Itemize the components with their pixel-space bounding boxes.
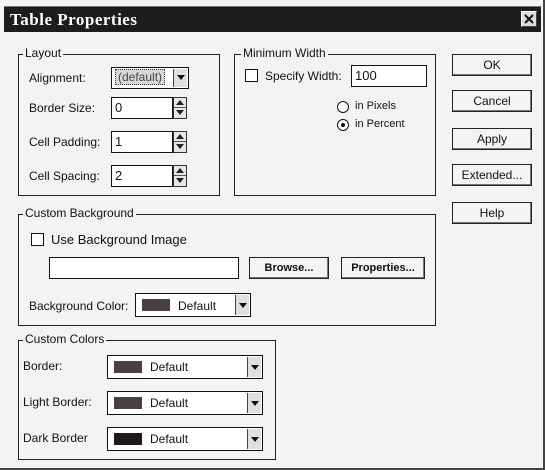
width-input[interactable]: 100 — [351, 65, 427, 87]
spin-down-button[interactable] — [174, 176, 186, 186]
chevron-down-icon — [251, 401, 259, 406]
spin-up-button[interactable] — [174, 166, 186, 176]
border-size-spinner[interactable] — [173, 97, 187, 119]
layout-legend: Layout — [23, 46, 64, 60]
specify-width-checkbox[interactable] — [245, 69, 258, 82]
spin-down-icon — [176, 110, 184, 115]
custom-background-legend: Custom Background — [23, 206, 136, 220]
cell-spacing-spinner[interactable] — [173, 165, 187, 187]
in-pixels-label: in Pixels — [355, 100, 396, 112]
spin-down-icon — [176, 178, 184, 183]
border-color-select[interactable]: Default — [107, 355, 263, 379]
border-color-value: Default — [150, 360, 189, 374]
chevron-down-icon — [177, 75, 185, 80]
spin-up-icon — [176, 168, 184, 173]
spin-up-icon — [176, 134, 184, 139]
ok-button[interactable]: OK — [452, 54, 532, 76]
dark-border-color-select[interactable]: Default — [107, 427, 263, 451]
cell-padding-label: Cell Padding: — [29, 135, 101, 149]
spin-up-button[interactable] — [174, 132, 186, 142]
background-color-dropdown-arrow[interactable] — [235, 295, 249, 315]
alignment-dropdown-arrow[interactable] — [173, 69, 187, 87]
in-pixels-radio[interactable] — [337, 101, 349, 113]
extended-button[interactable]: Extended... — [452, 164, 532, 186]
chevron-down-icon — [251, 437, 259, 442]
light-border-color-value: Default — [150, 396, 189, 410]
cell-padding-spinner[interactable] — [173, 131, 187, 153]
custom-colors-group: Custom Colors Border: Default Light Bord… — [18, 332, 276, 460]
background-image-path-input[interactable] — [49, 257, 239, 279]
dark-border-color-dropdown-arrow[interactable] — [247, 429, 261, 449]
cancel-button[interactable]: Cancel — [452, 90, 532, 112]
help-button[interactable]: Help — [452, 202, 532, 224]
background-color-swatch — [142, 299, 170, 311]
close-button[interactable] — [521, 11, 537, 27]
alignment-label: Alignment: — [29, 71, 86, 85]
layout-group: Layout Alignment: (default) Border Size:… — [18, 46, 220, 196]
dark-border-color-swatch — [114, 433, 142, 445]
radio-selected-dot — [341, 123, 345, 127]
alignment-value: (default) — [115, 69, 166, 85]
spin-up-button[interactable] — [174, 98, 186, 108]
custom-colors-legend: Custom Colors — [23, 332, 107, 346]
in-percent-radio[interactable] — [337, 119, 349, 131]
dark-border-color-value: Default — [150, 432, 189, 446]
cell-spacing-input[interactable]: 2 — [111, 165, 173, 187]
dark-border-color-label: Dark Border — [23, 431, 88, 445]
spin-up-icon — [176, 100, 184, 105]
border-color-label: Border: — [23, 359, 63, 373]
browse-button[interactable]: Browse... — [249, 257, 329, 279]
background-color-label: Background Color: — [29, 299, 129, 313]
border-size-input[interactable]: 0 — [111, 97, 173, 119]
minimum-width-legend: Minimum Width — [241, 46, 328, 60]
alignment-select[interactable]: (default) — [111, 67, 189, 89]
specify-width-label: Specify Width: — [265, 69, 342, 83]
border-size-label: Border Size: — [29, 101, 96, 115]
custom-background-group: Custom Background Use Background Image B… — [18, 206, 436, 326]
spin-down-icon — [176, 144, 184, 149]
chevron-down-icon — [251, 365, 259, 370]
spin-down-button[interactable] — [174, 142, 186, 152]
minimum-width-group: Minimum Width Specify Width: 100 in Pixe… — [234, 46, 436, 196]
chevron-down-icon — [239, 303, 247, 308]
light-border-color-dropdown-arrow[interactable] — [247, 393, 261, 413]
apply-button[interactable]: Apply — [452, 128, 532, 150]
light-border-color-label: Light Border: — [23, 395, 92, 409]
in-percent-label: in Percent — [355, 118, 405, 130]
spin-down-button[interactable] — [174, 108, 186, 118]
border-color-dropdown-arrow[interactable] — [247, 357, 261, 377]
cell-spacing-label: Cell Spacing: — [29, 169, 100, 183]
cell-padding-input[interactable]: 1 — [111, 131, 173, 153]
table-properties-dialog: Table Properties Layout Alignment: (defa… — [0, 0, 545, 470]
light-border-color-swatch — [114, 397, 142, 409]
background-color-select[interactable]: Default — [135, 293, 251, 317]
properties-button[interactable]: Properties... — [341, 257, 425, 279]
use-background-image-checkbox[interactable] — [31, 233, 44, 246]
window-title: Table Properties — [10, 10, 138, 29]
close-icon — [524, 14, 534, 24]
title-bar[interactable]: Table Properties — [4, 6, 541, 32]
use-background-image-label: Use Background Image — [51, 232, 187, 247]
background-color-value: Default — [178, 299, 217, 313]
light-border-color-select[interactable]: Default — [107, 391, 263, 415]
border-color-swatch — [114, 361, 142, 373]
